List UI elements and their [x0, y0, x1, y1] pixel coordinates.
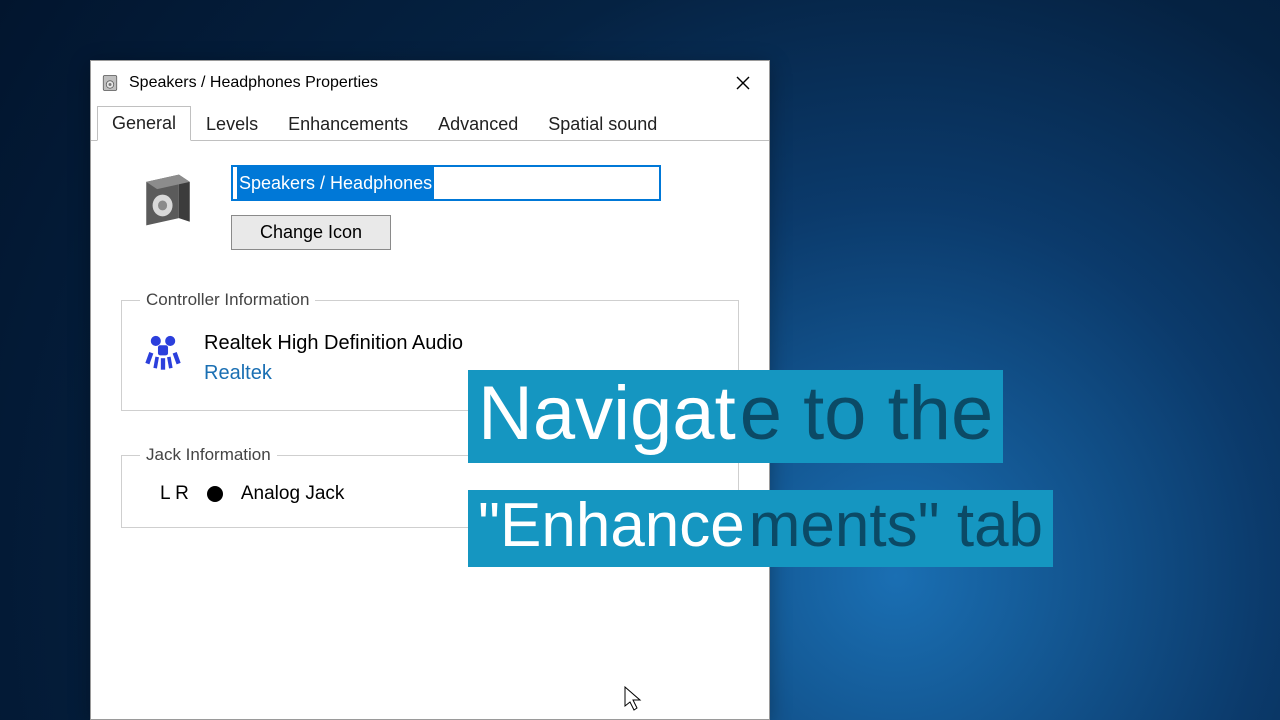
window-title: Speakers / Headphones Properties [129, 74, 378, 92]
close-icon [736, 76, 750, 90]
instruction-line-2b: ments" tab [749, 490, 1053, 567]
jack-color-icon [207, 486, 223, 502]
close-button[interactable] [717, 61, 769, 105]
device-name-input[interactable]: Speakers / Headphones [231, 165, 661, 201]
controller-vendor: Realtek [204, 358, 463, 388]
jack-channels: L R [160, 483, 189, 505]
tab-advanced[interactable]: Advanced [423, 107, 533, 141]
tab-general[interactable]: General [97, 106, 191, 141]
tab-page-general: Speakers / Headphones Change Icon Contro… [91, 141, 769, 719]
controller-info-group: Controller Information Realtek High Defi… [121, 290, 739, 411]
realtek-icon [140, 328, 186, 374]
speaker-icon [101, 74, 119, 92]
tab-enhancements[interactable]: Enhancements [273, 107, 423, 141]
device-name-value: Speakers / Headphones [237, 167, 434, 199]
tab-strip: General Levels Enhancements Advanced Spa… [91, 105, 769, 141]
jack-info-group: Jack Information L R Analog Jack [121, 445, 739, 528]
titlebar: Speakers / Headphones Properties [91, 61, 769, 105]
tab-spatial-sound[interactable]: Spatial sound [533, 107, 672, 141]
change-icon-button[interactable]: Change Icon [231, 215, 391, 250]
tab-levels[interactable]: Levels [191, 107, 273, 141]
instruction-line-1b: e to the [740, 370, 1004, 463]
device-large-icon [139, 171, 197, 229]
controller-name: Realtek High Definition Audio [204, 328, 463, 358]
jack-info-legend: Jack Information [140, 445, 277, 465]
cursor-icon [624, 686, 642, 712]
controller-info-legend: Controller Information [140, 290, 315, 310]
properties-dialog: Speakers / Headphones Properties General… [90, 60, 770, 720]
jack-type: Analog Jack [241, 483, 345, 505]
